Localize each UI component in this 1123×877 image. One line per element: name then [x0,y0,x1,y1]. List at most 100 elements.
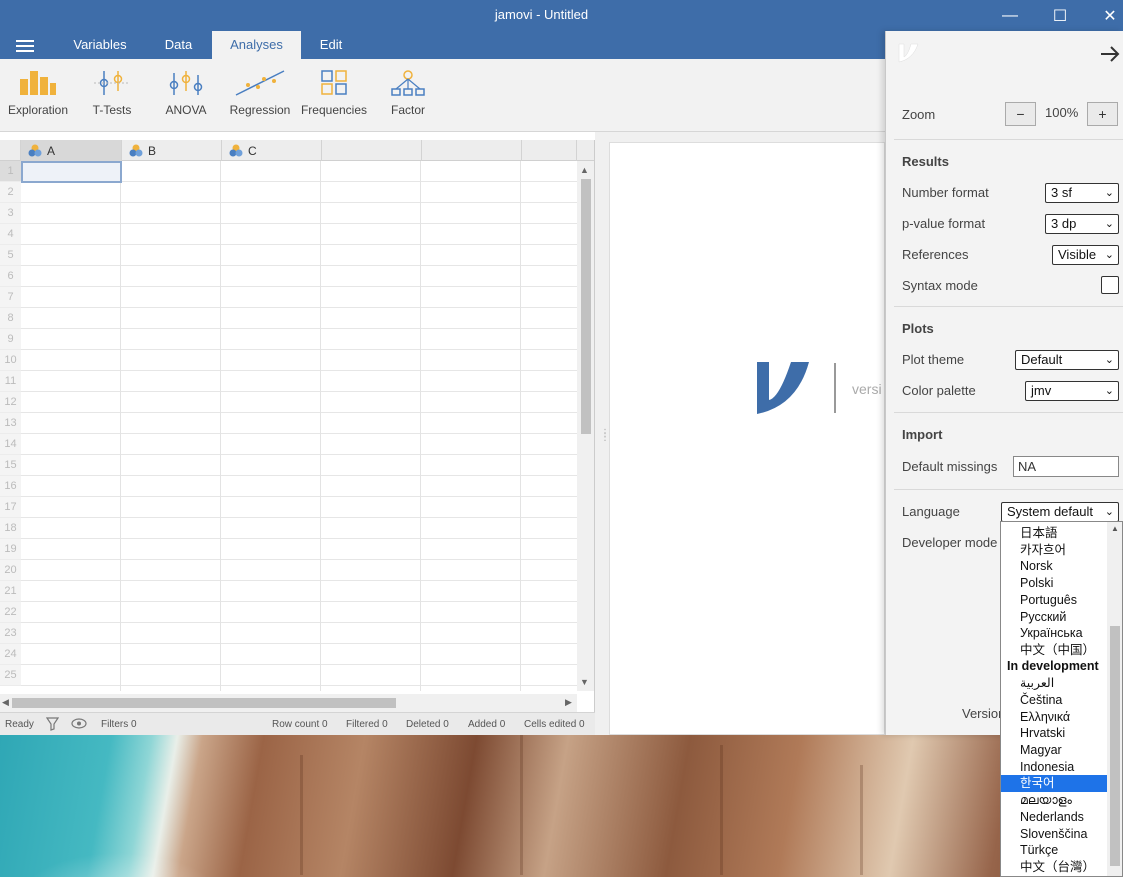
arrow-right-icon[interactable] [1100,45,1120,63]
column-header-c[interactable]: C [222,140,322,161]
language-option[interactable]: Indonesia [1001,759,1107,776]
hamburger-menu-icon[interactable] [16,40,34,52]
row-number-column: 1 2 3 4 5 6 7 8 9 10 11 12 13 14 15 16 17 18 19 20 21 22 23 24 2… [0,161,21,686]
column-header-b[interactable]: B [122,140,222,161]
language-option[interactable]: Русский [1001,609,1107,626]
language-option[interactable]: Čeština [1001,692,1107,709]
vertical-scrollbar[interactable]: ▲ ▼ [577,161,594,691]
row-number[interactable]: 5 [0,245,21,266]
color-palette-select[interactable]: jmv ⌄ [1025,381,1119,401]
language-option[interactable]: 한국어 [1001,775,1107,792]
t-tests-button[interactable]: T-Tests [74,69,150,117]
plot-theme-select[interactable]: Default ⌄ [1015,350,1119,370]
factor-button[interactable]: Factor [370,69,446,117]
row-number[interactable]: 10 [0,350,21,371]
language-option[interactable]: Português [1001,592,1107,609]
language-option[interactable]: Polski [1001,575,1107,592]
row-number[interactable]: 4 [0,224,21,245]
scroll-right-icon[interactable]: ▶ [565,697,572,708]
tab-variables[interactable]: Variables [60,31,140,59]
language-select[interactable]: System default ⌄ [1001,502,1119,522]
pvalue-format-select[interactable]: 3 dp ⌄ [1045,214,1119,234]
tab-analyses[interactable]: Analyses [212,31,301,59]
language-option[interactable]: 日本語 [1001,525,1107,542]
language-option[interactable]: 카자흐어 [1001,542,1107,559]
column-header-a[interactable]: A [21,140,122,161]
row-number[interactable]: 21 [0,581,21,602]
language-option[interactable]: Hrvatski [1001,725,1107,742]
scroll-up-icon[interactable]: ▲ [580,165,589,175]
language-option[interactable]: Nederlands [1001,809,1107,826]
references-select[interactable]: Visible ⌄ [1052,245,1119,265]
row-number[interactable]: 6 [0,266,21,287]
filter-icon[interactable] [46,717,59,731]
column-header-empty[interactable] [522,140,577,161]
scroll-left-icon[interactable]: ◀ [2,697,9,708]
row-number[interactable]: 12 [0,392,21,413]
number-format-select[interactable]: 3 sf ⌄ [1045,183,1119,203]
tab-data[interactable]: Data [150,31,207,59]
language-option[interactable]: 中文（台灣） [1001,859,1107,876]
frequencies-button[interactable]: Frequencies [296,69,372,117]
row-number[interactable]: 15 [0,455,21,476]
row-number[interactable]: 16 [0,476,21,497]
regression-button[interactable]: Regression [222,69,298,117]
zoom-in-button[interactable]: + [1087,102,1118,126]
language-option[interactable]: Türkçe [1001,842,1107,859]
row-number[interactable]: 23 [0,623,21,644]
syntax-mode-checkbox[interactable] [1101,276,1119,294]
color-palette-value: jmv [1031,383,1052,398]
row-number[interactable]: 22 [0,602,21,623]
language-option[interactable]: العربية [1001,675,1107,692]
row-number[interactable]: 7 [0,287,21,308]
row-number[interactable]: 19 [0,539,21,560]
row-number[interactable]: 3 [0,203,21,224]
horizontal-scrollbar[interactable]: ◀ ▶ [0,694,577,712]
zoom-out-button[interactable]: − [1005,102,1036,126]
exploration-button[interactable]: Exploration [0,69,76,117]
close-button[interactable]: ✕ [1085,0,1123,31]
scroll-up-icon[interactable]: ▲ [1111,524,1119,533]
language-dropdown-list[interactable]: ▲ 日本語 카자흐어 Norsk Polski Português Русский Укра… [1000,521,1123,877]
row-number[interactable]: 1 [0,161,21,182]
column-header-empty[interactable] [422,140,522,161]
row-number[interactable]: 24 [0,644,21,665]
row-number[interactable]: 17 [0,497,21,518]
minimize-button[interactable]: — [985,0,1035,31]
tab-edit[interactable]: Edit [305,31,357,59]
dropdown-scroll-thumb[interactable] [1110,626,1120,866]
language-option[interactable]: 中文（中国） [1001,642,1107,659]
language-value: System default [1007,504,1093,519]
eye-icon[interactable] [71,718,87,729]
column-header-row: A B C [0,140,594,161]
language-option[interactable]: Ελληνικά [1001,709,1107,726]
dropdown-scrollbar[interactable]: ▲ [1107,522,1122,876]
column-header-empty[interactable] [322,140,422,161]
row-number[interactable]: 9 [0,329,21,350]
scroll-down-icon[interactable]: ▼ [580,677,589,687]
language-option[interactable]: മലയാളം [1001,792,1107,809]
chevron-down-icon: ⌄ [1104,506,1114,518]
row-number[interactable]: 18 [0,518,21,539]
row-number[interactable]: 11 [0,371,21,392]
row-number[interactable]: 2 [0,182,21,203]
language-option[interactable]: Norsk [1001,558,1107,575]
active-cell[interactable] [21,161,122,183]
default-missings-input[interactable]: NA [1013,456,1119,477]
anova-button[interactable]: ANOVA [148,69,224,117]
corner-cell[interactable] [0,140,21,161]
row-number[interactable]: 8 [0,308,21,329]
row-number[interactable]: 25 [0,665,21,686]
status-added: Added 0 [468,719,506,730]
row-number[interactable]: 14 [0,434,21,455]
row-number[interactable]: 13 [0,413,21,434]
row-number[interactable]: 20 [0,560,21,581]
language-option[interactable]: Magyar [1001,742,1107,759]
maximize-button[interactable]: ☐ [1035,0,1085,31]
horizontal-scroll-thumb[interactable] [12,698,396,708]
language-option[interactable]: Slovenščina [1001,826,1107,843]
vertical-scroll-thumb[interactable] [581,179,591,434]
t-tests-label: T-Tests [92,103,132,117]
cell-grid[interactable] [21,161,577,691]
language-option[interactable]: Українська [1001,625,1107,642]
